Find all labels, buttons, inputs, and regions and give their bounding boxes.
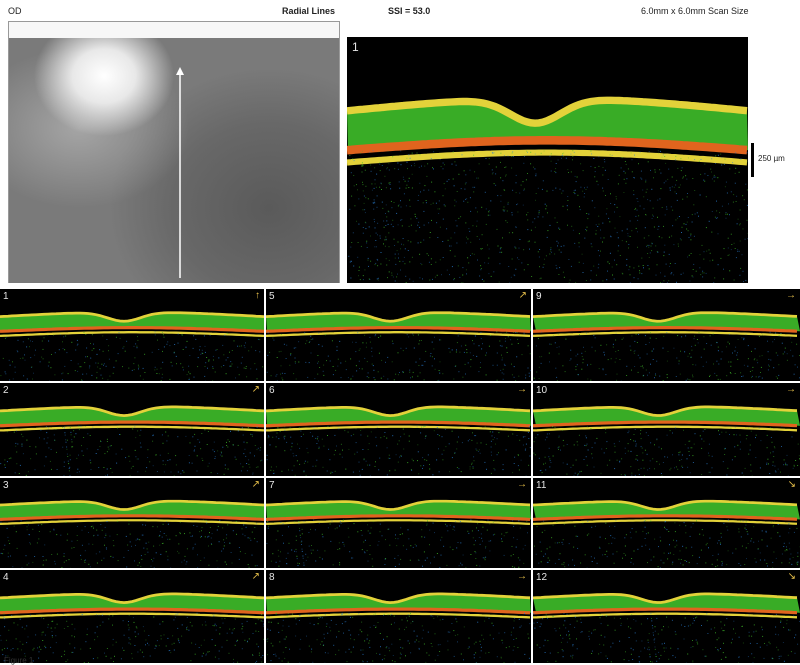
scan-size-label: 6.0mm x 6.0mm Scan Size [641, 6, 749, 16]
scale-bar [751, 143, 754, 177]
bscan-image [0, 405, 264, 476]
bscan-image [533, 405, 800, 476]
arrow-up-right-icon: ↗ [251, 571, 260, 582]
bscan-thumbnail[interactable]: 4 ↗ [0, 570, 264, 663]
bscan-image [0, 499, 264, 568]
bscan-thumbnail[interactable]: 10 → [533, 383, 800, 476]
scale-label: 250 µm [758, 154, 785, 163]
bscan-image [0, 311, 264, 381]
bscan-number: 10 [536, 385, 548, 396]
arrow-right-icon: → [786, 384, 796, 395]
bscan-thumbnail[interactable]: 2 ↗ [0, 383, 264, 476]
figure-label: Figure 1 [4, 656, 34, 665]
fundus-image-panel [8, 21, 340, 283]
bscan-image [266, 405, 531, 476]
bscan-image [533, 311, 800, 381]
scan-line-arrow-icon[interactable] [9, 22, 341, 284]
bscan-number: 5 [269, 291, 275, 302]
bscan-thumbnail[interactable]: 5 ↗ [266, 289, 531, 381]
bscan-thumbnail[interactable]: 1 ↑ [0, 289, 264, 381]
arrow-right-icon: → [786, 290, 796, 301]
bscan-thumbnail[interactable]: 3 ↗ [0, 478, 264, 568]
bscan-number: 2 [3, 385, 9, 396]
bscan-image [533, 499, 800, 568]
bscan-image [0, 592, 264, 663]
arrow-up-right-icon: ↗ [518, 290, 527, 301]
arrow-right-icon: → [517, 479, 527, 490]
arrow-down-right-icon: ↘ [787, 479, 796, 490]
bscan-thumbnail[interactable]: 8 → [266, 570, 531, 663]
bscan-image [266, 311, 531, 381]
bscan-number: 6 [269, 385, 275, 396]
arrow-down-right-icon: ↘ [787, 571, 796, 582]
arrow-up-icon: ↑ [255, 290, 260, 301]
bscan-thumbnail[interactable]: 12 ↘ [533, 570, 800, 663]
bscan-thumbnail[interactable]: 7 → [266, 478, 531, 568]
bscan-number: 4 [3, 572, 9, 583]
bscan-number: 8 [269, 572, 275, 583]
bscan-image [347, 96, 748, 283]
bscan-number: 1 [3, 291, 9, 302]
scan-type-label: Radial Lines [282, 6, 336, 16]
arrow-up-right-icon: ↗ [251, 479, 260, 490]
bscan-image [533, 592, 800, 663]
eye-label: OD [8, 6, 22, 16]
arrow-right-icon: → [517, 384, 527, 395]
ssi-label: SSI = 53.0 [388, 6, 431, 16]
arrow-right-icon: → [517, 571, 527, 582]
bscan-image [266, 499, 531, 568]
bscan-number: 3 [3, 480, 9, 491]
bscan-thumbnail[interactable]: 11 ↘ [533, 478, 800, 568]
bscan-thumbnail[interactable]: 6 → [266, 383, 531, 476]
main-bscan[interactable]: 1 [347, 37, 748, 283]
bscan-number: 7 [269, 480, 275, 491]
main-bscan-number: 1 [352, 40, 359, 54]
bscan-number: 12 [536, 572, 548, 583]
bscan-number: 11 [536, 480, 547, 491]
arrow-up-right-icon: ↗ [251, 384, 260, 395]
bscan-thumbnail[interactable]: 9 → [533, 289, 800, 381]
bscan-number: 9 [536, 291, 542, 302]
bscan-image [266, 592, 531, 663]
